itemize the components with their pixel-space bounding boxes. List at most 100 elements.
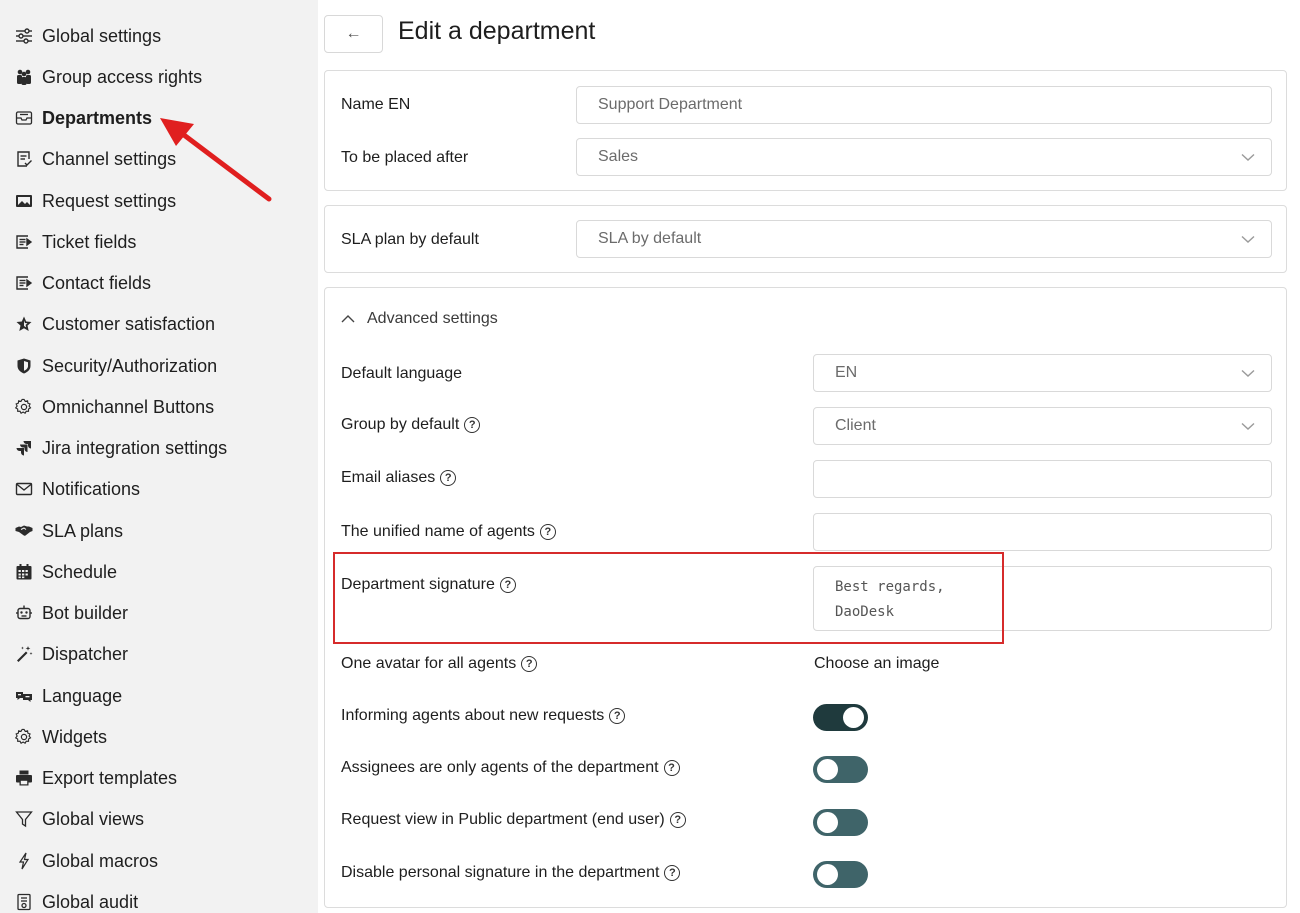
choose-image-link[interactable]: Choose an image	[814, 655, 939, 673]
sidebar-item-ticket-fields[interactable]: Ticket fields	[0, 224, 318, 260]
email-aliases-text: Email aliases	[341, 469, 436, 486]
sidebar-item-dispatcher[interactable]: Dispatcher	[0, 636, 318, 672]
app-root: Global settings Group access rights Depa…	[0, 0, 1300, 913]
chevron-down-icon	[1241, 153, 1255, 161]
sidebar-item-customer-satisfaction[interactable]: Customer satisfaction	[0, 306, 318, 342]
sidebar-item-label: Schedule	[42, 561, 118, 582]
sidebar-item-label: Customer satisfaction	[42, 313, 216, 334]
sla-plan-select[interactable]: SLA by default	[576, 220, 1272, 258]
users-group-icon	[14, 67, 34, 87]
sidebar-item-label: Notifications	[42, 478, 141, 499]
sidebar-item-global-audit[interactable]: Global audit	[0, 884, 318, 913]
sliders-icon	[14, 26, 34, 46]
sidebar-item-global-settings[interactable]: Global settings	[0, 18, 318, 54]
sidebar-item-label: Ticket fields	[42, 231, 137, 252]
group-default-select[interactable]: Client	[813, 407, 1272, 445]
informing-agents-text: Informing agents about new requests	[341, 707, 605, 724]
default-language-select[interactable]: EN	[813, 354, 1272, 392]
help-icon[interactable]: ?	[539, 524, 556, 540]
back-button[interactable]: ←	[324, 15, 383, 53]
sidebar-item-export-templates[interactable]: Export templates	[0, 760, 318, 796]
group-default-label: Group by default ?	[341, 416, 481, 434]
sidebar-item-channel-settings[interactable]: Channel settings	[0, 141, 318, 177]
star-icon	[14, 314, 34, 334]
help-icon[interactable]: ?	[664, 865, 681, 881]
advanced-settings-toggle[interactable]: Advanced settings	[341, 310, 498, 328]
shield-icon	[14, 356, 34, 376]
robot-icon	[14, 603, 34, 623]
gear-icon	[14, 397, 34, 417]
disable-signature-text: Disable personal signature in the depart…	[341, 864, 660, 881]
sidebar-item-label: Departments	[42, 107, 153, 128]
chevron-up-icon	[341, 315, 355, 323]
default-language-label: Default language	[341, 365, 462, 383]
public-view-label: Request view in Public department (end u…	[341, 811, 686, 829]
sidebar-item-contact-fields[interactable]: Contact fields	[0, 265, 318, 301]
sidebar-item-label: Dispatcher	[42, 643, 129, 664]
sidebar-item-label: Language	[42, 685, 123, 706]
sidebar-item-departments[interactable]: Departments	[0, 100, 318, 136]
toggle-knob	[817, 759, 838, 780]
sidebar-item-label: Security/Authorization	[42, 355, 218, 376]
image-frame-icon	[14, 191, 34, 211]
form-fields-icon	[14, 273, 34, 293]
toggle-knob	[817, 864, 838, 885]
unified-name-input[interactable]	[813, 513, 1272, 551]
default-language-text: Default language	[341, 365, 462, 382]
help-icon[interactable]: ?	[669, 812, 686, 828]
public-view-toggle[interactable]	[813, 809, 868, 836]
sidebar-item-label: Widgets	[42, 726, 108, 747]
help-icon[interactable]: ?	[663, 760, 680, 776]
department-signature-textarea[interactable]: Best regards, DaoDesk	[813, 566, 1272, 631]
sidebar-item-request-settings[interactable]: Request settings	[0, 183, 318, 219]
sidebar-item-omnichannel-buttons[interactable]: Omnichannel Buttons	[0, 389, 318, 425]
chevron-down-icon	[1241, 235, 1255, 243]
public-view-text: Request view in Public department (end u…	[341, 811, 665, 828]
help-icon[interactable]: ?	[609, 708, 626, 724]
toggle-knob	[843, 707, 864, 728]
sidebar: Global settings Group access rights Depa…	[0, 0, 318, 913]
basic-info-panel: Name EN Support Department To be placed …	[324, 70, 1287, 191]
calendar-icon	[14, 562, 34, 582]
sidebar-item-bot-builder[interactable]: Bot builder	[0, 595, 318, 631]
arrow-left-icon: ←	[345, 25, 362, 42]
group-default-value: Client	[835, 417, 876, 434]
sidebar-item-label: Request settings	[42, 190, 177, 211]
unified-name-label: The unified name of agents ?	[341, 523, 556, 541]
chevron-down-icon	[1241, 422, 1255, 430]
envelope-icon	[14, 479, 34, 499]
sidebar-item-notifications[interactable]: Notifications	[0, 471, 318, 507]
sidebar-item-language[interactable]: Language	[0, 678, 318, 714]
sidebar-item-sla-plans[interactable]: SLA plans	[0, 513, 318, 549]
sidebar-item-label: Global settings	[42, 25, 162, 46]
sidebar-item-label: Jira integration settings	[42, 437, 228, 458]
help-icon[interactable]: ?	[440, 470, 457, 486]
sidebar-item-jira-integration[interactable]: Jira integration settings	[0, 430, 318, 466]
placed-after-select[interactable]: Sales	[576, 138, 1272, 176]
sidebar-item-global-views[interactable]: Global views	[0, 801, 318, 837]
help-icon[interactable]: ?	[464, 417, 481, 433]
help-icon[interactable]: ?	[521, 656, 538, 672]
sidebar-item-label: Bot builder	[42, 602, 129, 623]
inbox-tray-icon	[14, 108, 34, 128]
informing-agents-label: Informing agents about new requests ?	[341, 707, 626, 725]
sidebar-item-security-authorization[interactable]: Security/Authorization	[0, 348, 318, 384]
informing-agents-toggle[interactable]	[813, 704, 868, 731]
department-signature-label: Department signature ?	[341, 576, 516, 594]
assignees-only-toggle[interactable]	[813, 756, 868, 783]
sidebar-item-group-access-rights[interactable]: Group access rights	[0, 59, 318, 95]
lightning-icon	[14, 851, 34, 871]
advanced-settings-label: Advanced settings	[367, 310, 498, 327]
help-icon[interactable]: ?	[499, 577, 516, 593]
sidebar-item-widgets[interactable]: Widgets	[0, 719, 318, 755]
sla-plan-label: SLA plan by default	[341, 231, 479, 248]
page-title: Edit a department	[398, 17, 596, 45]
advanced-settings-panel: Advanced settings Default language EN Gr…	[324, 287, 1287, 908]
sidebar-item-global-macros[interactable]: Global macros	[0, 843, 318, 879]
sidebar-item-schedule[interactable]: Schedule	[0, 554, 318, 590]
disable-signature-toggle[interactable]	[813, 861, 868, 888]
sidebar-item-label: Contact fields	[42, 272, 152, 293]
default-language-value: EN	[835, 364, 858, 381]
email-aliases-input[interactable]	[813, 460, 1272, 498]
name-en-field[interactable]: Support Department	[576, 86, 1272, 124]
